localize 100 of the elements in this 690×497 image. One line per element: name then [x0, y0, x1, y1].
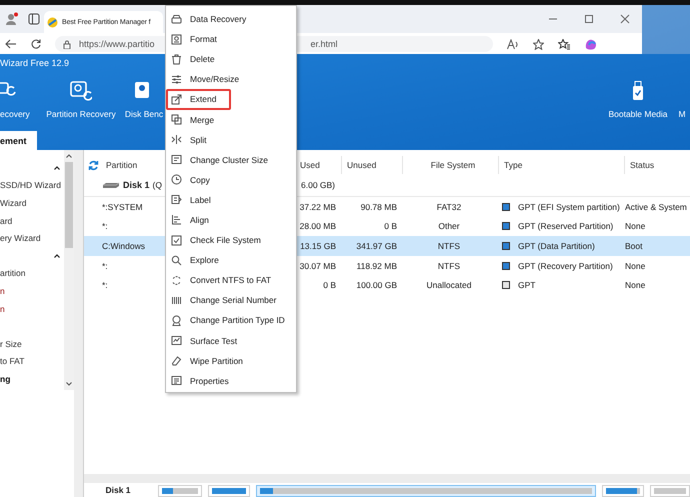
scrollbar[interactable] [64, 150, 74, 390]
sidebar-item[interactable]: artition [0, 268, 26, 278]
close-icon[interactable] [620, 14, 630, 24]
menu-item[interactable]: Format [166, 28, 229, 50]
table-cell: GPT (Recovery Partition) [518, 260, 613, 271]
disk-info: 6.00 GB) [301, 180, 336, 190]
table-cell: GPT [518, 280, 536, 290]
refresh-icon[interactable] [31, 39, 41, 49]
scrollbar-thumb[interactable] [64, 162, 73, 248]
copilot-icon[interactable] [584, 38, 598, 50]
menu-item[interactable]: Align [166, 209, 221, 230]
section-heading: ng [0, 374, 10, 384]
label-icon [171, 194, 182, 206]
menu-item[interactable]: Merge [166, 109, 226, 130]
tab[interactable]: ement [0, 131, 37, 150]
usb-drive-icon [631, 81, 645, 102]
table-cell[interactable]: *: [102, 260, 108, 271]
table-cell-text: 13.15 GB [299, 240, 337, 251]
scroll-up-icon[interactable] [66, 154, 72, 158]
menu-item[interactable]: Properties [166, 370, 241, 392]
star-icon[interactable] [533, 38, 544, 50]
drive-icon [171, 14, 182, 25]
menu-item[interactable]: Data Recovery [166, 8, 258, 30]
menu-item[interactable]: Label [166, 189, 223, 210]
check-icon [171, 234, 182, 246]
sidebar-item[interactable]: ard [0, 216, 12, 226]
table-cell-text: None [624, 280, 646, 290]
menu-item[interactable]: Change Serial Number [166, 290, 288, 311]
profile-icon[interactable] [4, 12, 18, 26]
align-icon [171, 214, 182, 226]
menu-item[interactable]: Surface Test [166, 330, 250, 352]
caret-up-icon[interactable] [54, 166, 60, 170]
chart-icon [171, 335, 182, 346]
url-text: er.html [310, 39, 338, 49]
menu-item[interactable]: Explore [166, 250, 231, 271]
sidebar-item[interactable]: SSD/HD Wizard [0, 180, 61, 190]
hard-drive-icon [102, 182, 120, 188]
sliders-icon [171, 74, 182, 85]
read-aloud-icon[interactable] [507, 38, 519, 50]
menu-item[interactable]: Convert NTFS to FAT [166, 270, 284, 291]
disk-info: (Q [152, 180, 162, 190]
table-cell: GPT (Data Partition) [518, 240, 595, 251]
refresh-icon[interactable] [88, 160, 99, 170]
table-cell: GPT (EFI System partition) [518, 202, 620, 212]
table-cell-text: 118.92 MB [356, 260, 398, 271]
table-cell-text: NTFS [436, 260, 462, 271]
badge-icon [171, 314, 182, 326]
sidebar-item[interactable]: n [0, 286, 5, 296]
menu-item[interactable]: Move/Resize [166, 68, 252, 90]
table-cell-text: NTFS [436, 240, 462, 251]
disk-name: Disk 1 [123, 180, 150, 190]
tab-actions-icon[interactable] [28, 13, 40, 25]
sidebar-item[interactable]: ery Wizard [0, 233, 41, 244]
menu-item[interactable]: Change Cluster Size [166, 149, 280, 170]
menu-item[interactable]: Check File System [166, 230, 273, 251]
sidebar-item[interactable]: Wizard [0, 198, 26, 208]
favicon-icon [47, 16, 58, 28]
back-icon[interactable] [5, 39, 17, 49]
scroll-down-icon[interactable] [66, 382, 72, 386]
column-header[interactable]: Unused [342, 156, 403, 174]
toolbar-button[interactable]: ecovery [0, 81, 34, 120]
table-cell-text: 0 B [322, 280, 337, 290]
menu-item[interactable]: Delete [166, 48, 227, 70]
split-icon [171, 134, 182, 146]
favorites-icon[interactable] [558, 38, 570, 50]
table-cell-text: Boot [624, 240, 644, 251]
table-cell[interactable]: *: [102, 280, 108, 290]
table-cell-text: None [624, 221, 646, 232]
sidebar-item[interactable]: to FAT [0, 356, 24, 366]
table-cell-text: 341.97 GB [355, 240, 398, 251]
table-cell[interactable]: *:SYSTEM [102, 202, 143, 212]
caret-up-icon[interactable] [54, 254, 60, 258]
scrollbar[interactable] [84, 474, 690, 483]
partition-block[interactable] [602, 485, 644, 497]
maximize-icon[interactable] [584, 14, 594, 24]
table-cell[interactable]: C:Windows [102, 240, 145, 251]
eraser-icon [171, 355, 182, 366]
sidebar-item[interactable]: n [0, 304, 5, 314]
table-cell-text: Unallocated [426, 280, 472, 290]
column-header[interactable]: Status [625, 156, 690, 174]
partition-block[interactable] [158, 485, 202, 497]
table-cell-text: Other [437, 221, 461, 232]
copy-icon [171, 174, 182, 186]
partition-block[interactable] [208, 485, 250, 497]
drive-icon [70, 81, 92, 102]
toolbar-button[interactable]: Bootable Media [606, 81, 670, 120]
menu-item[interactable]: Split [166, 129, 219, 150]
table-cell[interactable]: *: [102, 221, 108, 232]
sidebar-item[interactable]: r Size [0, 338, 22, 349]
toolbar-button[interactable]: Disk Benc [124, 81, 164, 120]
menu-item[interactable]: Extend [166, 88, 231, 110]
menu-item[interactable]: Change Partition Type ID [166, 310, 297, 331]
toolbar-button[interactable]: Partition Recovery [42, 81, 120, 120]
column-header[interactable]: Type [499, 156, 625, 174]
resize-icon [171, 94, 182, 105]
menu-item[interactable]: Copy [166, 169, 222, 190]
menu-item[interactable]: Wipe Partition [166, 350, 255, 372]
toolbar-button[interactable]: M [674, 81, 690, 120]
column-header[interactable]: File System [403, 156, 499, 174]
window-title: Wizard Free 12.9 [0, 57, 70, 70]
